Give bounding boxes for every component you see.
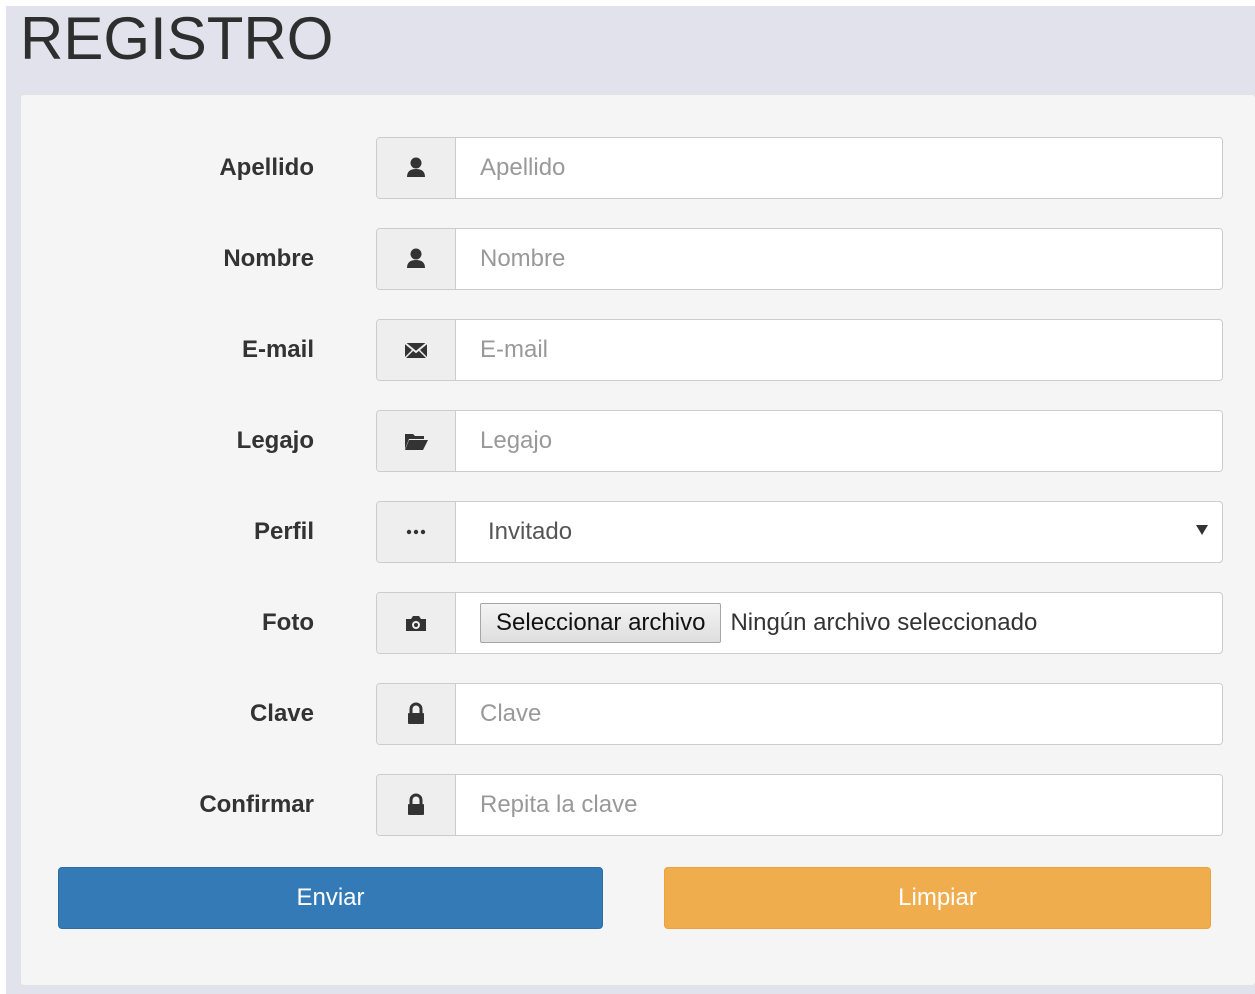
perfil-selected-value: Invitado [488, 518, 573, 545]
row-apellido: Apellido [21, 137, 1255, 199]
camera-icon [377, 593, 456, 653]
registration-form: Apellido Nombre E-mail [20, 94, 1255, 986]
input-group-apellido [376, 137, 1223, 199]
input-group-nombre [376, 228, 1223, 290]
input-group-legajo [376, 410, 1223, 472]
row-email: E-mail [21, 319, 1255, 381]
label-perfil: Perfil [253, 518, 314, 545]
clear-button[interactable]: Limpiar [664, 867, 1211, 929]
confirmar-input[interactable] [456, 775, 1222, 835]
page-background: REGISTRO Apellido Nombre E-mail [6, 6, 1255, 994]
user-icon [377, 138, 456, 198]
label-confirmar: Confirmar [199, 791, 314, 818]
chevron-down-icon [1196, 525, 1208, 535]
apellido-input[interactable] [456, 138, 1222, 198]
row-legajo: Legajo [21, 410, 1255, 472]
input-group-email [376, 319, 1223, 381]
lock-icon [377, 775, 456, 835]
label-foto: Foto [262, 609, 314, 636]
nombre-input[interactable] [456, 229, 1222, 289]
label-email: E-mail [241, 336, 314, 363]
label-clave: Clave [249, 700, 314, 727]
row-confirmar: Confirmar [21, 774, 1255, 836]
label-apellido: Apellido [219, 154, 314, 181]
row-foto: Foto Seleccionar archivo Ningún archivo … [21, 592, 1255, 654]
envelope-icon [377, 320, 456, 380]
ellipsis-icon [377, 502, 456, 562]
row-nombre: Nombre [21, 228, 1255, 290]
clave-input[interactable] [456, 684, 1222, 744]
send-button[interactable]: Enviar [58, 867, 603, 929]
file-status-text: Ningún archivo seleccionado [730, 609, 1038, 636]
row-perfil: Perfil Invitado [21, 501, 1255, 563]
select-file-button[interactable]: Seleccionar archivo [480, 603, 722, 643]
input-group-confirmar [376, 774, 1223, 836]
input-group-perfil: Invitado [376, 501, 1223, 563]
input-group-foto: Seleccionar archivo Ningún archivo selec… [376, 592, 1223, 654]
label-legajo: Legajo [236, 427, 314, 454]
label-nombre: Nombre [223, 245, 314, 272]
foto-file-input: Seleccionar archivo Ningún archivo selec… [456, 593, 1222, 653]
user-icon [377, 229, 456, 289]
legajo-input[interactable] [456, 411, 1222, 471]
page-title: REGISTRO [20, 5, 334, 72]
lock-icon [377, 684, 456, 744]
perfil-select[interactable]: Invitado [456, 502, 1222, 562]
input-group-clave [376, 683, 1223, 745]
row-clave: Clave [21, 683, 1255, 745]
folder-open-icon [377, 411, 456, 471]
email-input[interactable] [456, 320, 1222, 380]
